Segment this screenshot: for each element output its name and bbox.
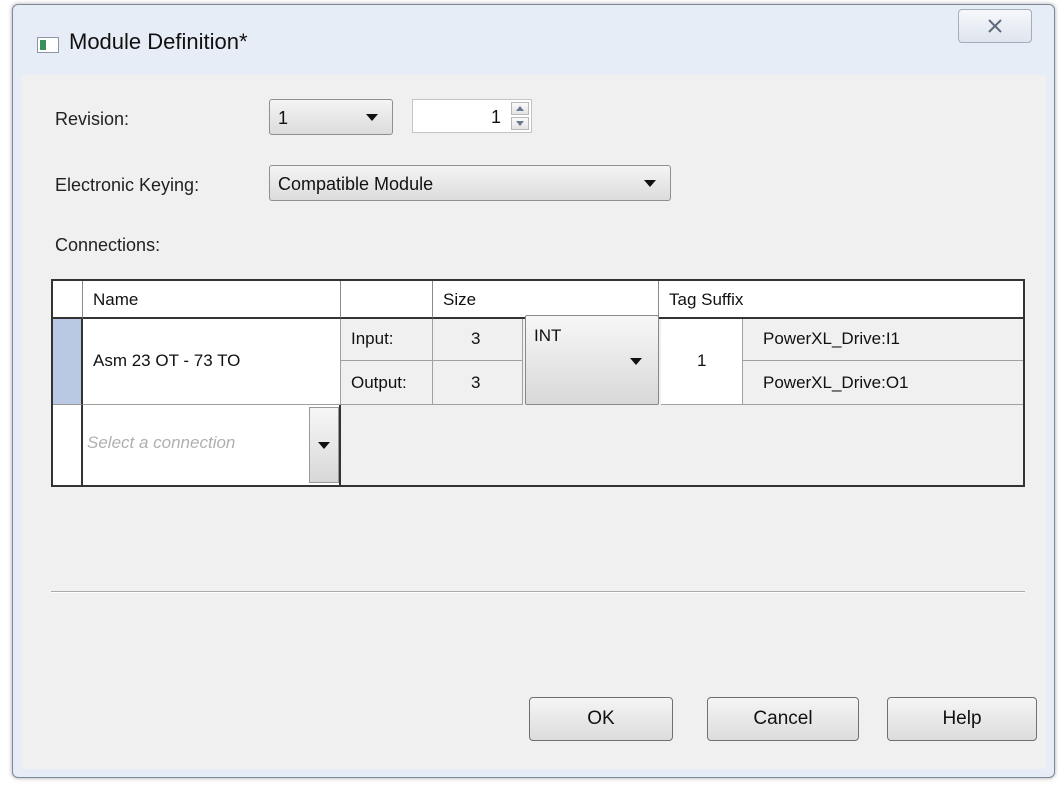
input-size-cell[interactable]: 3 — [433, 319, 523, 361]
data-type-value: INT — [534, 326, 562, 345]
revision-minor-spinner[interactable]: 1 — [412, 99, 532, 133]
module-definition-dialog: Module Definition* Revision: 1 1 Electro… — [12, 4, 1055, 778]
input-label-cell: Input: — [341, 319, 433, 361]
caret-down-icon — [366, 114, 378, 121]
connections-grid: Name Size Tag Suffix Asm 23 OT - 73 TO I… — [51, 279, 1025, 487]
data-type-dropdown[interactable]: INT — [525, 315, 659, 405]
caret-down-icon — [318, 442, 330, 449]
input-tag: PowerXL_Drive:I1 — [763, 329, 901, 348]
connections-label: Connections: — [55, 235, 161, 255]
output-tag: PowerXL_Drive:O1 — [763, 373, 909, 392]
select-connection-dropdown-button[interactable] — [309, 407, 339, 483]
revision-label: Revision: — [55, 109, 130, 129]
header-size: Size — [433, 281, 659, 319]
select-connection-combo[interactable]: Select a connection — [83, 405, 341, 485]
help-button[interactable]: Help — [887, 697, 1037, 741]
tag-suffix-number-cell[interactable]: 1 — [661, 319, 743, 405]
output-label-cell: Output: — [341, 361, 433, 405]
title-bar: Module Definition* — [13, 5, 1054, 75]
module-icon — [37, 37, 59, 53]
electronic-keying-value: Compatible Module — [278, 174, 434, 194]
connection-name-cell[interactable]: Asm 23 OT - 73 TO — [83, 319, 341, 405]
tag-suffix-number: 1 — [697, 351, 707, 370]
header-blank — [341, 281, 433, 319]
output-label: Output: — [351, 373, 407, 392]
revision-major-dropdown[interactable]: 1 — [269, 99, 393, 135]
new-row-selector[interactable] — [53, 405, 83, 485]
select-connection-placeholder: Select a connection — [87, 433, 236, 452]
header-corner — [53, 281, 83, 319]
window-title: Module Definition* — [69, 29, 248, 54]
output-size-cell[interactable]: 3 — [433, 361, 523, 405]
ok-button[interactable]: OK — [529, 697, 673, 741]
connection-name: Asm 23 OT - 73 TO — [93, 351, 241, 370]
input-label: Input: — [351, 329, 394, 348]
row-selector[interactable] — [53, 319, 83, 405]
revision-minor-value: 1 — [490, 107, 501, 127]
separator — [51, 591, 1025, 593]
revision-major-value: 1 — [278, 108, 289, 128]
header-tag-suffix: Tag Suffix — [659, 281, 1023, 319]
cancel-button[interactable]: Cancel — [707, 697, 859, 741]
caret-down-icon — [644, 180, 656, 187]
output-size: 3 — [471, 373, 481, 392]
close-x-icon — [988, 19, 1002, 33]
dialog-content: Revision: 1 1 Electronic Keying: Compati… — [21, 75, 1046, 769]
electronic-keying-dropdown[interactable]: Compatible Module — [269, 165, 671, 201]
header-name: Name — [83, 281, 341, 319]
input-tag-cell[interactable]: PowerXL_Drive:I1 — [743, 319, 1023, 361]
spin-up-button[interactable] — [511, 102, 529, 115]
input-size: 3 — [471, 329, 481, 348]
caret-down-icon — [630, 358, 642, 365]
spinner-buttons — [511, 102, 529, 130]
electronic-keying-label: Electronic Keying: — [55, 175, 200, 195]
close-button[interactable] — [958, 9, 1032, 43]
spin-down-button[interactable] — [511, 117, 529, 130]
output-tag-cell[interactable]: PowerXL_Drive:O1 — [743, 361, 1023, 405]
